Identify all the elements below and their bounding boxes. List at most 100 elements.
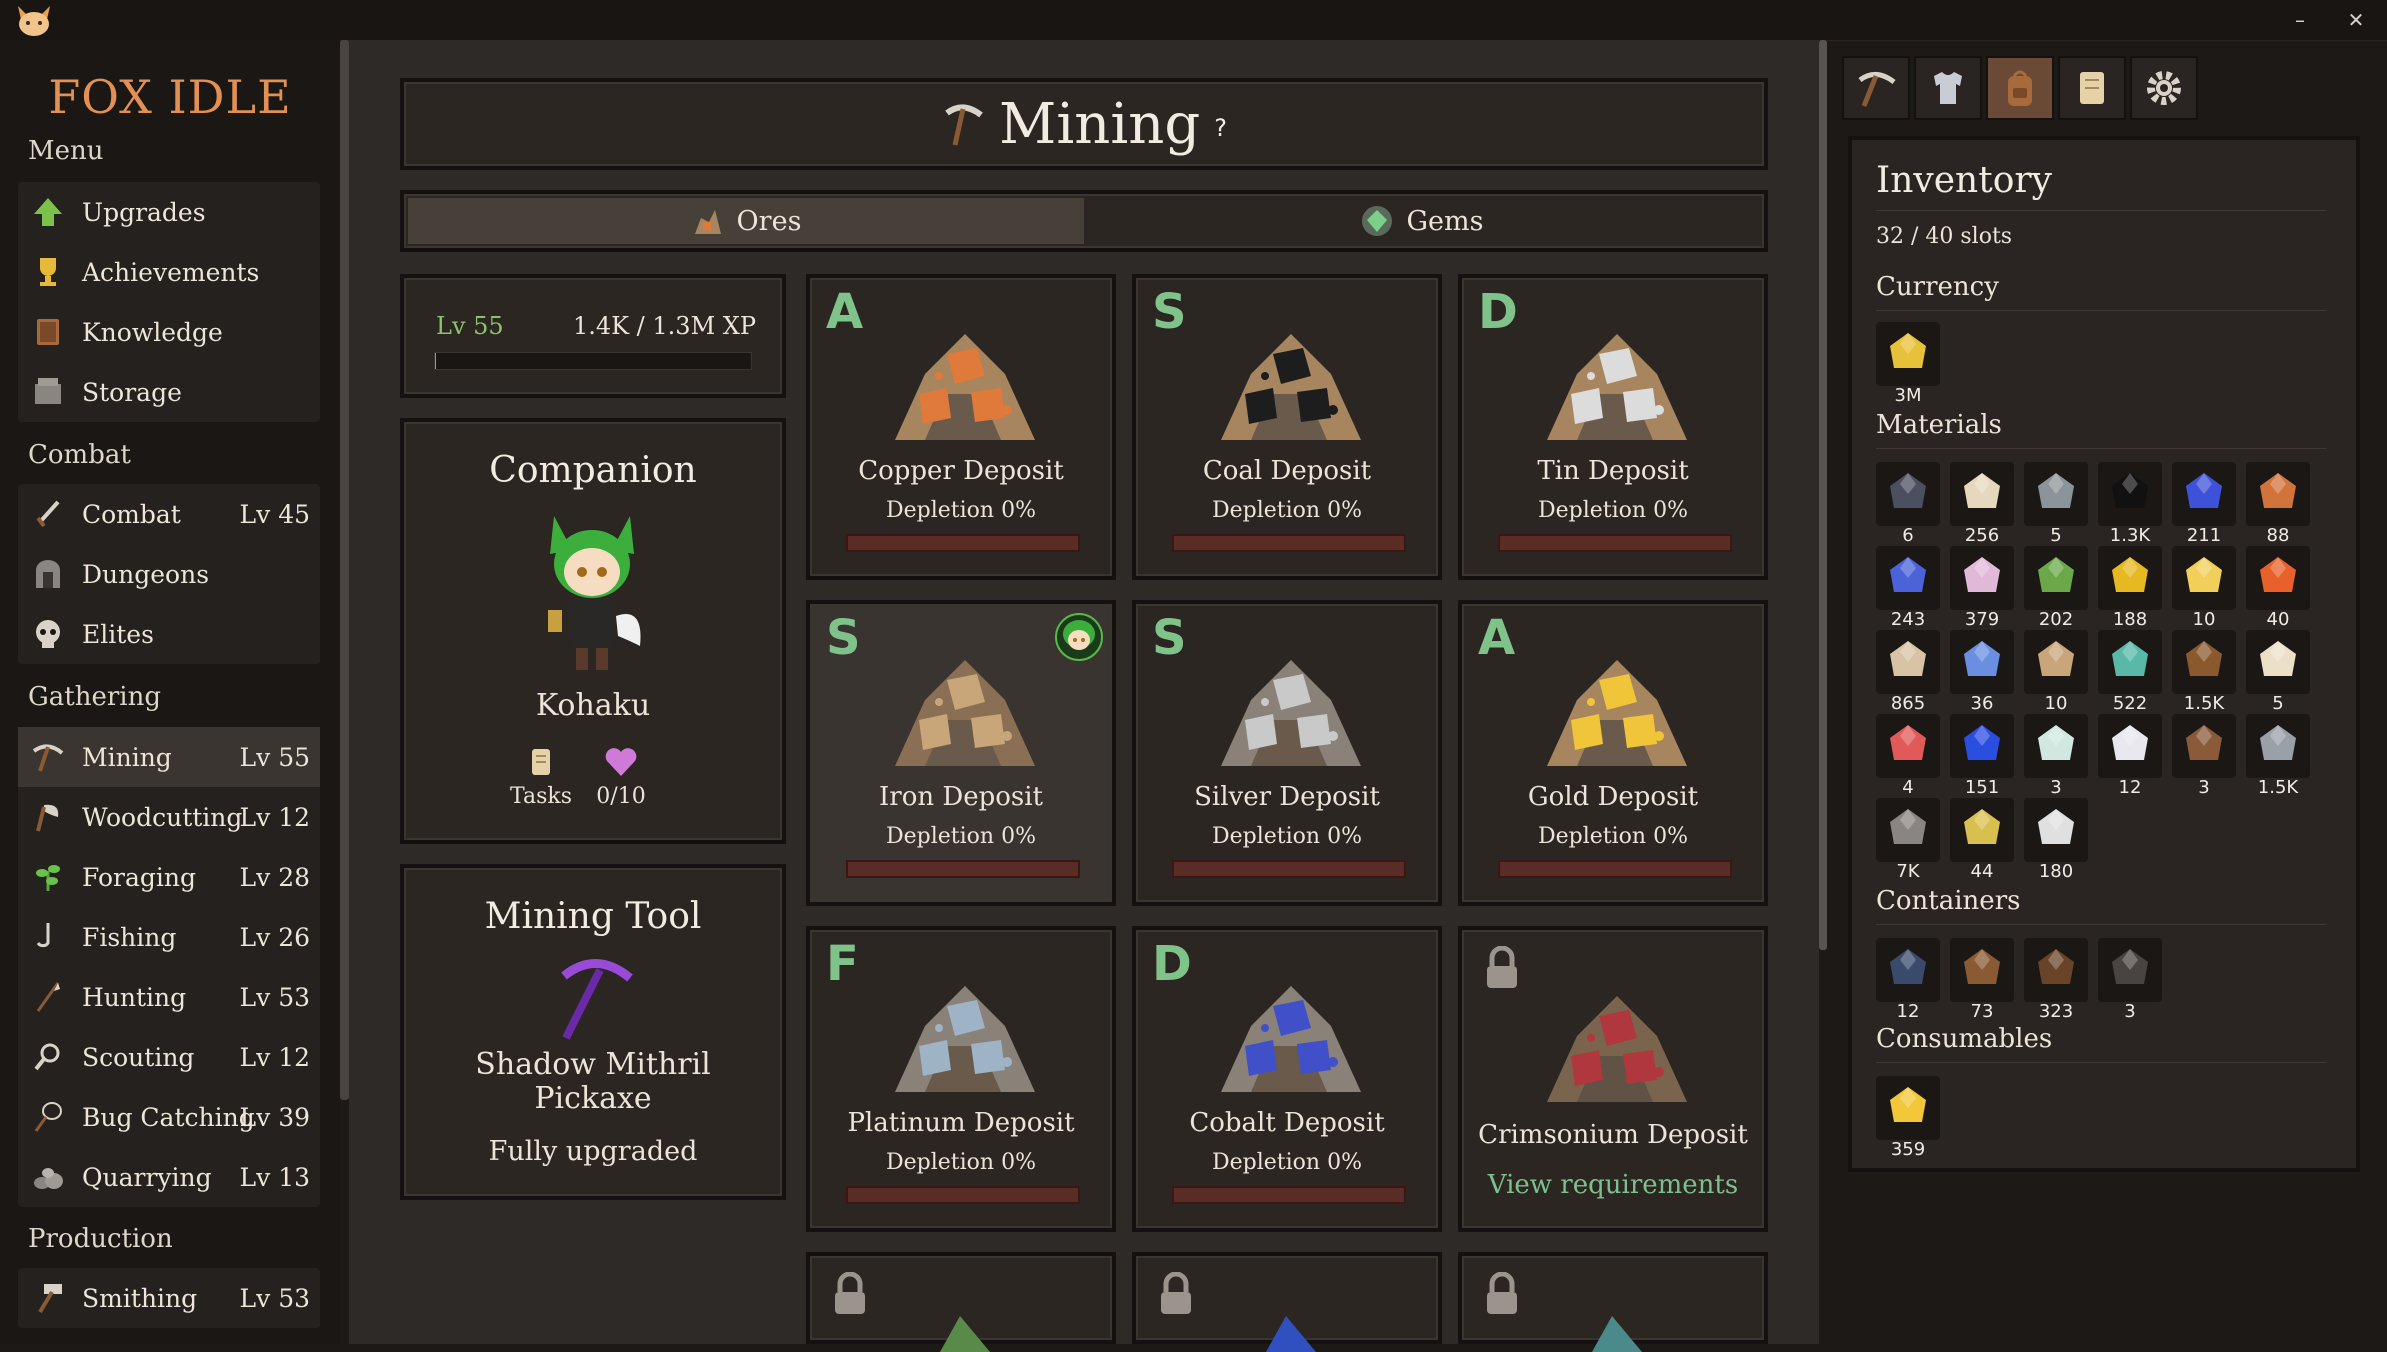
view-requirements-link[interactable]: View requirements — [1462, 1170, 1764, 1200]
inventory-slot[interactable]: 12 — [1876, 938, 1940, 1002]
sidebar-item-foraging[interactable]: ForagingLv 28 — [18, 847, 320, 907]
ore-rock-icon — [1211, 314, 1371, 444]
sidebar-item-smithing[interactable]: SmithingLv 53 — [18, 1268, 320, 1328]
sidebar-item-icon — [30, 314, 66, 350]
inventory-slot[interactable]: 1.5K — [2246, 714, 2310, 778]
tab-settings[interactable] — [2130, 56, 2198, 120]
inventory-slot[interactable]: 211 — [2172, 462, 2236, 526]
inventory-slot[interactable]: 323 — [2024, 938, 2088, 1002]
inventory-slot[interactable]: 40 — [2246, 546, 2310, 610]
help-button[interactable]: ? — [1214, 114, 1227, 142]
inventory-slot[interactable]: 188 — [2098, 546, 2162, 610]
inventory-slot[interactable]: 256 — [1950, 462, 2014, 526]
inventory-slot[interactable]: 12 — [2098, 714, 2162, 778]
inventory-slot[interactable]: 6 — [1876, 462, 1940, 526]
sidebar-item-combat[interactable]: CombatLv 45 — [18, 484, 320, 544]
inventory-slot[interactable]: 243 — [1876, 546, 1940, 610]
tab-gems[interactable]: Gems — [1084, 198, 1760, 244]
deposit-card-cobalt[interactable]: DCobalt DepositDepletion 0% — [1132, 926, 1442, 1232]
ore-rock-icon — [1582, 1312, 1652, 1352]
gem-icon — [2108, 638, 2152, 682]
inventory-slot[interactable]: 1.3K — [2098, 462, 2162, 526]
inventory-slot[interactable]: 202 — [2024, 546, 2088, 610]
sidebar-item-hunting[interactable]: HuntingLv 53 — [18, 967, 320, 1027]
sidebar-item-scouting[interactable]: ScoutingLv 12 — [18, 1027, 320, 1087]
sidebar-item-bug-catching[interactable]: Bug CatchingLv 39 — [18, 1087, 320, 1147]
lock-icon — [1482, 946, 1522, 990]
mining-tool-card[interactable]: Mining Tool Shadow Mithril Pickaxe Fully… — [400, 864, 786, 1200]
inventory-slot[interactable]: 10 — [2024, 630, 2088, 694]
inventory-slot[interactable]: 3 — [2098, 938, 2162, 1002]
dirt-icon — [2182, 722, 2226, 766]
inventory-slot[interactable]: 44 — [1950, 798, 2014, 862]
deposit-card-tin[interactable]: DTin DepositDepletion 0% — [1458, 274, 1768, 580]
locked-deposit-card[interactable] — [1458, 1252, 1768, 1344]
sidebar-item-icon — [30, 1159, 66, 1195]
sidebar-scrollbar[interactable] — [340, 40, 349, 1100]
sidebar-item-achievements[interactable]: Achievements — [18, 242, 320, 302]
deposit-card-crimsonium[interactable]: Crimsonium DepositView requirements — [1458, 926, 1768, 1232]
inventory-slot[interactable]: 379 — [1950, 546, 2014, 610]
locked-deposit-card[interactable] — [806, 1252, 1116, 1344]
inventory-slot[interactable]: 359 — [1876, 1076, 1940, 1140]
locked-deposit-card[interactable] — [1132, 1252, 1442, 1344]
eel-icon — [1960, 806, 2004, 850]
fang-icon — [2256, 638, 2300, 682]
deposit-card-copper[interactable]: ACopper DepositDepletion 0% — [806, 274, 1116, 580]
companion-tasks[interactable]: Tasks — [496, 746, 586, 809]
deposit-card-iron[interactable]: SIron DepositDepletion 0% — [806, 600, 1116, 906]
sidebar-item-upgrades[interactable]: Upgrades — [18, 182, 320, 242]
inventory-slot[interactable]: 5 — [2246, 630, 2310, 694]
deposit-card-gold[interactable]: AGold DepositDepletion 0% — [1458, 600, 1768, 906]
depletion-bar — [1172, 534, 1406, 552]
deposit-name: Coal Deposit — [1136, 456, 1438, 486]
tab-quests[interactable] — [2058, 56, 2126, 120]
inventory-slot[interactable]: 88 — [2246, 462, 2310, 526]
ore-rock-icon — [930, 1312, 1000, 1352]
ore-rock-icon — [885, 966, 1045, 1096]
sidebar-item-mining[interactable]: MiningLv 55 — [18, 727, 320, 787]
inventory-slot[interactable]: 1.5K — [2172, 630, 2236, 694]
depletion-bar — [846, 1186, 1080, 1204]
close-button[interactable]: ✕ — [2336, 2, 2376, 38]
inventory-slot[interactable]: 180 — [2024, 798, 2088, 862]
main-scrollbar[interactable] — [1819, 40, 1827, 950]
inventory-slot[interactable]: 10 — [2172, 546, 2236, 610]
companion-card[interactable]: Companion Kohaku Tasks 0/10 — [400, 418, 786, 844]
sidebar-item-icon — [30, 556, 66, 592]
inventory-slot[interactable]: 5 — [2024, 462, 2088, 526]
sidebar-item-knowledge[interactable]: Knowledge — [18, 302, 320, 362]
sidebar-item-icon — [30, 254, 66, 290]
sidebar-item-fishing[interactable]: FishingLv 26 — [18, 907, 320, 967]
item-count: 36 — [1950, 693, 2014, 714]
tab-skill-tool[interactable] — [1842, 56, 1910, 120]
inventory-slot[interactable]: 73 — [1950, 938, 2014, 1002]
deposit-card-coal[interactable]: SCoal DepositDepletion 0% — [1132, 274, 1442, 580]
inventory-slot[interactable]: 3 — [2024, 714, 2088, 778]
inventory-slot[interactable]: 151 — [1950, 714, 2014, 778]
minimize-button[interactable]: – — [2280, 2, 2320, 38]
item-count: 3 — [2024, 777, 2088, 798]
inventory-slot[interactable]: 4 — [1876, 714, 1940, 778]
sidebar-item-icon — [30, 616, 66, 652]
sidebar-item-dungeons[interactable]: Dungeons — [18, 544, 320, 604]
sidebar-item-storage[interactable]: Storage — [18, 362, 320, 422]
deposit-card-silver[interactable]: SSilver DepositDepletion 0% — [1132, 600, 1442, 906]
deposit-card-platinum[interactable]: FPlatinum DepositDepletion 0% — [806, 926, 1116, 1232]
inventory-slot[interactable]: 3 — [2172, 714, 2236, 778]
sidebar-item-woodcutting[interactable]: WoodcuttingLv 12 — [18, 787, 320, 847]
inventory-slot[interactable]: 3M — [1876, 322, 1940, 386]
tab-equipment[interactable] — [1914, 56, 1982, 120]
inventory-slot[interactable]: 36 — [1950, 630, 2014, 694]
inventory-slot[interactable]: 865 — [1876, 630, 1940, 694]
tab-inventory[interactable] — [1986, 56, 2054, 120]
fish-icon — [1960, 638, 2004, 682]
inventory-slot[interactable]: 522 — [2098, 630, 2162, 694]
companion-title: Companion — [404, 450, 782, 491]
item-count: 522 — [2098, 693, 2162, 714]
sidebar-item-elites[interactable]: Elites — [18, 604, 320, 664]
tab-ores[interactable]: Ores — [408, 198, 1084, 244]
inventory-slot[interactable]: 7K — [1876, 798, 1940, 862]
sidebar-item-quarrying[interactable]: QuarryingLv 13 — [18, 1147, 320, 1207]
cobalt-icon — [1960, 722, 2004, 766]
